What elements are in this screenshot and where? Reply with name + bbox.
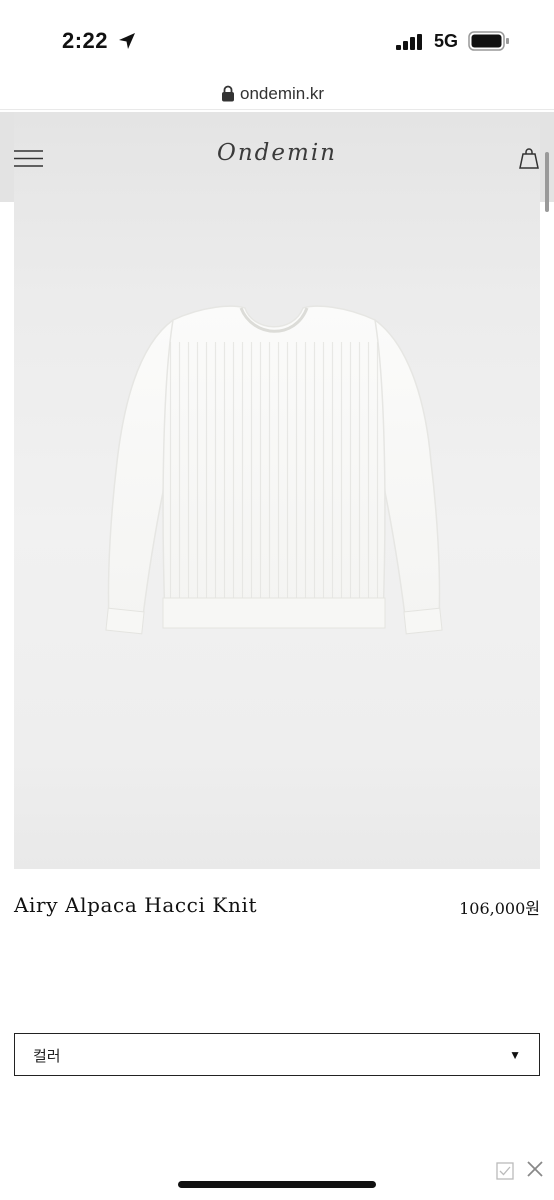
checkbox-icon[interactable]: [496, 1162, 514, 1180]
lock-icon: [222, 85, 234, 102]
color-select-label: 컬러: [33, 1048, 61, 1065]
network-type: 5G: [434, 31, 459, 51]
close-icon[interactable]: [526, 1160, 544, 1178]
home-indicator[interactable]: [178, 1181, 376, 1188]
caret-down-icon: ▼: [509, 1048, 521, 1062]
product-price: 106,000원: [459, 899, 540, 918]
browser-url-bar[interactable]: ondemin.kr: [0, 80, 554, 110]
color-select[interactable]: 컬러 ▼: [14, 1033, 540, 1076]
shopping-bag-icon[interactable]: [518, 147, 540, 169]
site-logo[interactable]: Ondemin: [0, 140, 554, 166]
cellular-signal-icon: [396, 34, 422, 50]
status-time: 2:22: [62, 28, 109, 53]
battery-icon: [468, 31, 509, 51]
page-scrollbar[interactable]: [545, 152, 549, 212]
status-bar: 2:22 5G: [0, 0, 554, 80]
product-name: Airy Alpaca Hacci Knit: [14, 893, 258, 917]
product-image-area[interactable]: [14, 112, 540, 869]
location-arrow-icon: [119, 33, 135, 49]
url-text: ondemin.kr: [240, 84, 325, 103]
product-image: [105, 305, 443, 635]
